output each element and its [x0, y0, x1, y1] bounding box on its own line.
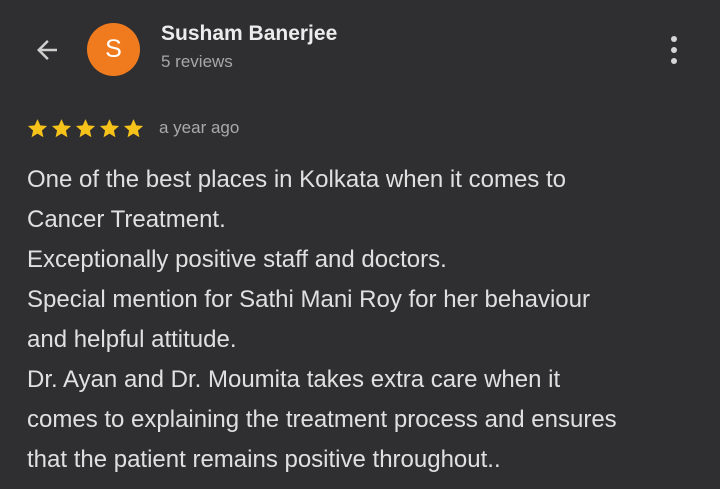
avatar-letter: S — [105, 35, 122, 63]
star-rating — [26, 117, 145, 140]
more-vert-icon — [671, 36, 677, 42]
review-text-line: comes to explaining the treatment proces… — [27, 406, 617, 433]
review-text-line: Special mention for Sathi Mani Roy for h… — [27, 286, 590, 313]
more-vert-icon-dot — [671, 58, 677, 64]
review-time: a year ago — [159, 118, 240, 137]
review-text-line: Cancer Treatment. — [27, 206, 226, 233]
review-count: 5 reviews — [161, 52, 233, 71]
rating-row: a year ago — [26, 114, 239, 142]
more-vert-icon-dot — [671, 47, 677, 53]
star-icon — [75, 118, 96, 137]
review-text-line: Dr. Ayan and Dr. Moumita takes extra car… — [27, 366, 561, 393]
review-text-line: One of the best places in Kolkata when i… — [27, 166, 566, 193]
review-text-line: that the patient remains positive throug… — [27, 446, 501, 473]
review-text-line: and helpful attitude. — [27, 326, 237, 353]
back-button[interactable] — [30, 33, 64, 67]
arrow-left-icon — [37, 40, 57, 60]
star-icon — [123, 118, 144, 137]
reviewer-name[interactable]: Susham Banerjee — [161, 22, 337, 46]
star-icon — [51, 118, 72, 137]
more-options-button[interactable] — [660, 32, 688, 68]
avatar[interactable]: S — [87, 23, 140, 76]
review-text-line: Exceptionally positive staff and doctors… — [27, 246, 447, 273]
review-text: One of the best places in Kolkata when i… — [27, 160, 707, 480]
star-icon — [99, 118, 120, 137]
star-icon — [27, 118, 48, 137]
